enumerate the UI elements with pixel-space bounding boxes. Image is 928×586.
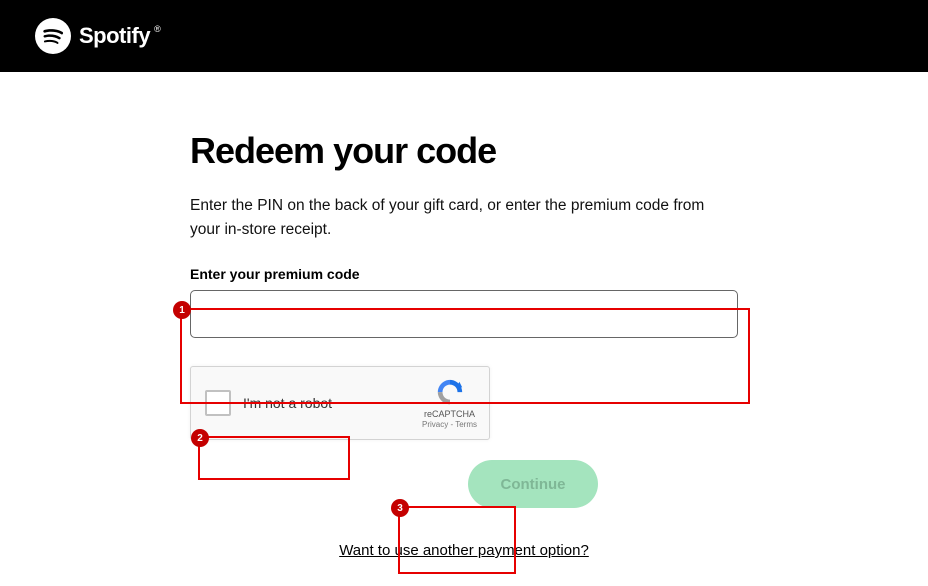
recaptcha-branding: reCAPTCHA Privacy - Terms	[422, 378, 477, 429]
code-input-label: Enter your premium code	[190, 266, 738, 282]
page-title: Redeem your code	[190, 130, 738, 172]
recaptcha-left: I'm not a robot	[205, 390, 332, 416]
premium-code-input[interactable]	[190, 290, 738, 338]
other-payment-link[interactable]: Want to use another payment option?	[339, 542, 589, 559]
annotation-box-2: 2	[198, 436, 350, 480]
recaptcha-terms-link[interactable]: Terms	[455, 420, 477, 429]
annotation-badge-3: 3	[391, 499, 409, 517]
recaptcha-checkbox[interactable]	[205, 390, 231, 416]
annotation-badge-1: 1	[173, 301, 191, 319]
instructions-text: Enter the PIN on the back of your gift c…	[190, 194, 738, 242]
spotify-icon	[35, 18, 71, 54]
continue-button[interactable]: Continue	[468, 460, 598, 508]
header: Spotify ®	[0, 0, 928, 72]
annotation-box-3: 3	[398, 506, 516, 574]
brand-name: Spotify	[79, 23, 150, 49]
code-input-block: Enter your premium code	[190, 266, 738, 338]
recaptcha-brand: reCAPTCHA	[424, 409, 475, 419]
recaptcha-widget: I'm not a robot reCAPTCHA Privacy - Term…	[190, 366, 490, 440]
recaptcha-privacy-link[interactable]: Privacy	[422, 420, 448, 429]
payment-link-row: Want to use another payment option?	[190, 542, 738, 560]
recaptcha-icon	[435, 378, 465, 408]
spotify-logo[interactable]: Spotify ®	[35, 18, 161, 54]
recaptcha-links: Privacy - Terms	[422, 420, 477, 429]
recaptcha-label: I'm not a robot	[243, 395, 332, 411]
main-content: Redeem your code Enter the PIN on the ba…	[190, 130, 738, 560]
trademark-symbol: ®	[154, 24, 161, 34]
